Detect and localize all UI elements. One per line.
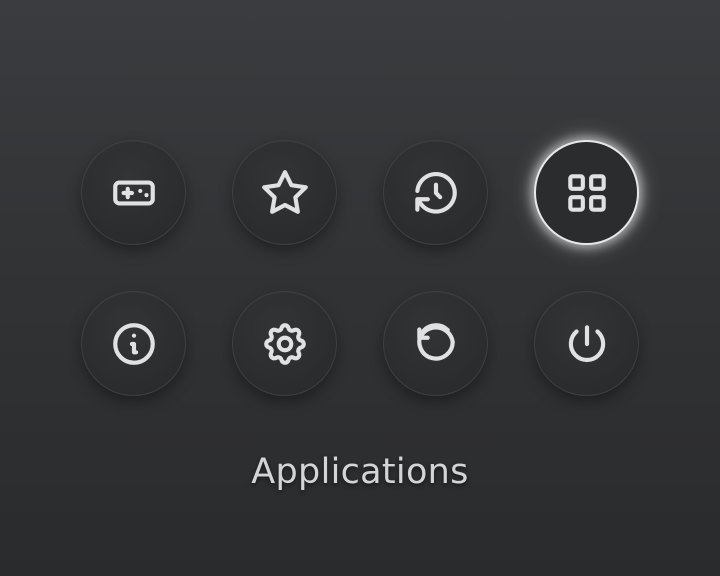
gear-icon bbox=[263, 322, 306, 365]
quick-menu-grid bbox=[81, 140, 640, 396]
star-icon bbox=[261, 169, 308, 214]
favorites-button[interactable] bbox=[232, 140, 337, 245]
power-button[interactable] bbox=[534, 291, 639, 396]
gamepad-icon bbox=[112, 180, 155, 205]
history-button[interactable] bbox=[383, 140, 488, 245]
games-button[interactable] bbox=[81, 140, 186, 245]
apps-grid-icon bbox=[567, 173, 606, 212]
applications-button[interactable] bbox=[534, 140, 639, 245]
info-button[interactable] bbox=[81, 291, 186, 396]
settings-button[interactable] bbox=[232, 291, 337, 396]
refresh-icon bbox=[416, 322, 455, 361]
restart-button[interactable] bbox=[383, 291, 488, 396]
power-icon bbox=[568, 324, 605, 362]
history-icon bbox=[414, 171, 457, 214]
selected-item-label: Applications bbox=[251, 452, 469, 492]
info-icon bbox=[112, 322, 155, 365]
